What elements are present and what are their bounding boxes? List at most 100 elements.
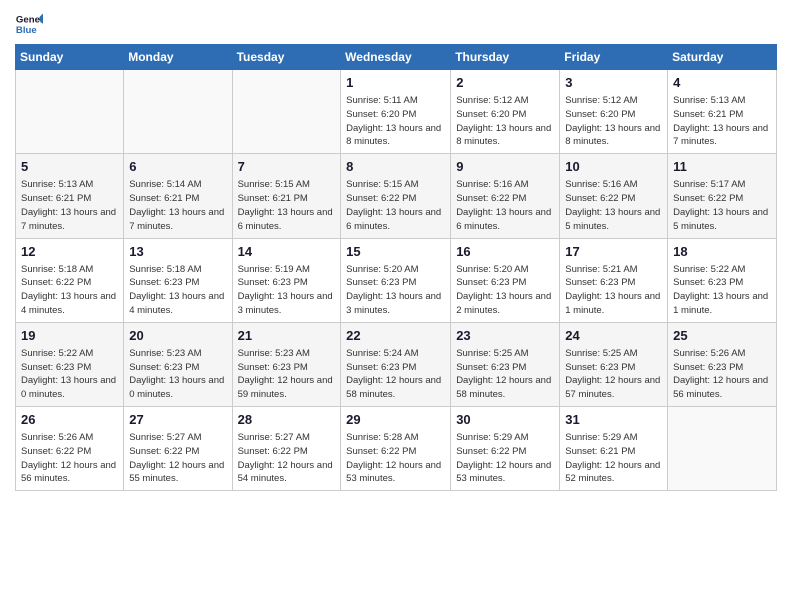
day-info: Sunrise: 5:29 AM Sunset: 6:22 PM Dayligh… [456, 431, 554, 486]
calendar-cell: 23 Sunrise: 5:25 AM Sunset: 6:23 PM Dayli… [451, 322, 560, 406]
calendar-cell: 6 Sunrise: 5:14 AM Sunset: 6:21 PM Daylig… [124, 154, 232, 238]
day-number: 1 [346, 74, 445, 92]
day-number: 7 [238, 158, 336, 176]
day-info: Sunrise: 5:12 AM Sunset: 6:20 PM Dayligh… [565, 94, 662, 149]
calendar-cell: 30 Sunrise: 5:29 AM Sunset: 6:22 PM Dayli… [451, 407, 560, 491]
svg-text:Blue: Blue [16, 25, 37, 36]
weekday-header-thursday: Thursday [451, 45, 560, 70]
calendar-cell: 25Sunrise: 5:26 AM Sunset: 6:23 PM Dayli… [668, 322, 777, 406]
weekday-header-friday: Friday [560, 45, 668, 70]
day-number: 8 [346, 158, 445, 176]
calendar-cell: 1 Sunrise: 5:11 AM Sunset: 6:20 PM Daylig… [341, 70, 451, 154]
day-number: 5 [21, 158, 118, 176]
day-info: Sunrise: 5:20 AM Sunset: 6:23 PM Dayligh… [346, 263, 445, 318]
day-info: Sunrise: 5:22 AM Sunset: 6:23 PM Dayligh… [673, 263, 771, 318]
weekday-header-wednesday: Wednesday [341, 45, 451, 70]
day-number: 10 [565, 158, 662, 176]
day-number: 20 [129, 327, 226, 345]
calendar-cell: 24 Sunrise: 5:25 AM Sunset: 6:23 PM Dayli… [560, 322, 668, 406]
page-header: General Blue [15, 10, 777, 38]
calendar-cell: 19Sunrise: 5:22 AM Sunset: 6:23 PM Dayli… [16, 322, 124, 406]
calendar-cell: 27 Sunrise: 5:27 AM Sunset: 6:22 PM Dayli… [124, 407, 232, 491]
day-info: Sunrise: 5:23 AM Sunset: 6:23 PM Dayligh… [129, 347, 226, 402]
day-info: Sunrise: 5:26 AM Sunset: 6:22 PM Dayligh… [21, 431, 118, 486]
calendar-cell: 9 Sunrise: 5:16 AM Sunset: 6:22 PM Daylig… [451, 154, 560, 238]
day-number: 25 [673, 327, 771, 345]
calendar-cell: 13Sunrise: 5:18 AM Sunset: 6:23 PM Dayli… [124, 238, 232, 322]
day-number: 23 [456, 327, 554, 345]
calendar-cell: 16Sunrise: 5:20 AM Sunset: 6:23 PM Dayli… [451, 238, 560, 322]
day-number: 4 [673, 74, 771, 92]
day-info: Sunrise: 5:16 AM Sunset: 6:22 PM Dayligh… [456, 178, 554, 233]
calendar-cell: 28Sunrise: 5:27 AM Sunset: 6:22 PM Dayli… [232, 407, 341, 491]
logo: General Blue [15, 10, 45, 38]
day-info: Sunrise: 5:22 AM Sunset: 6:23 PM Dayligh… [21, 347, 118, 402]
day-number: 9 [456, 158, 554, 176]
calendar-cell [16, 70, 124, 154]
calendar-cell: 29Sunrise: 5:28 AM Sunset: 6:22 PM Dayli… [341, 407, 451, 491]
day-number: 16 [456, 243, 554, 261]
day-number: 2 [456, 74, 554, 92]
calendar-week-5: 26 Sunrise: 5:26 AM Sunset: 6:22 PM Dayli… [16, 407, 777, 491]
calendar-cell: 2 Sunrise: 5:12 AM Sunset: 6:20 PM Daylig… [451, 70, 560, 154]
day-number: 18 [673, 243, 771, 261]
day-info: Sunrise: 5:15 AM Sunset: 6:21 PM Dayligh… [238, 178, 336, 233]
calendar-cell: 31 Sunrise: 5:29 AM Sunset: 6:21 PM Dayli… [560, 407, 668, 491]
day-number: 15 [346, 243, 445, 261]
calendar-cell: 22 Sunrise: 5:24 AM Sunset: 6:23 PM Dayli… [341, 322, 451, 406]
weekday-header-saturday: Saturday [668, 45, 777, 70]
day-info: Sunrise: 5:19 AM Sunset: 6:23 PM Dayligh… [238, 263, 336, 318]
svg-text:General: General [16, 14, 43, 25]
weekday-header-sunday: Sunday [16, 45, 124, 70]
calendar-cell: 15 Sunrise: 5:20 AM Sunset: 6:23 PM Dayli… [341, 238, 451, 322]
calendar-cell: 12 Sunrise: 5:18 AM Sunset: 6:22 PM Dayli… [16, 238, 124, 322]
day-info: Sunrise: 5:13 AM Sunset: 6:21 PM Dayligh… [21, 178, 118, 233]
calendar-cell: 8 Sunrise: 5:15 AM Sunset: 6:22 PM Daylig… [341, 154, 451, 238]
day-number: 31 [565, 411, 662, 429]
day-info: Sunrise: 5:25 AM Sunset: 6:23 PM Dayligh… [456, 347, 554, 402]
calendar-cell: 21Sunrise: 5:23 AM Sunset: 6:23 PM Dayli… [232, 322, 341, 406]
weekday-header-tuesday: Tuesday [232, 45, 341, 70]
day-number: 26 [21, 411, 118, 429]
day-info: Sunrise: 5:17 AM Sunset: 6:22 PM Dayligh… [673, 178, 771, 233]
calendar-cell: 5 Sunrise: 5:13 AM Sunset: 6:21 PM Daylig… [16, 154, 124, 238]
day-number: 27 [129, 411, 226, 429]
calendar-cell: 3 Sunrise: 5:12 AM Sunset: 6:20 PM Daylig… [560, 70, 668, 154]
calendar-cell: 26 Sunrise: 5:26 AM Sunset: 6:22 PM Dayli… [16, 407, 124, 491]
day-info: Sunrise: 5:13 AM Sunset: 6:21 PM Dayligh… [673, 94, 771, 149]
calendar-cell: 10 Sunrise: 5:16 AM Sunset: 6:22 PM Dayli… [560, 154, 668, 238]
calendar-cell: 11 Sunrise: 5:17 AM Sunset: 6:22 PM Dayli… [668, 154, 777, 238]
calendar-cell: 18 Sunrise: 5:22 AM Sunset: 6:23 PM Dayli… [668, 238, 777, 322]
day-number: 12 [21, 243, 118, 261]
calendar-table: SundayMondayTuesdayWednesdayThursdayFrid… [15, 44, 777, 491]
day-info: Sunrise: 5:28 AM Sunset: 6:22 PM Dayligh… [346, 431, 445, 486]
calendar-cell: 7 Sunrise: 5:15 AM Sunset: 6:21 PM Daylig… [232, 154, 341, 238]
day-info: Sunrise: 5:24 AM Sunset: 6:23 PM Dayligh… [346, 347, 445, 402]
calendar-week-3: 12 Sunrise: 5:18 AM Sunset: 6:22 PM Dayli… [16, 238, 777, 322]
calendar-week-1: 1 Sunrise: 5:11 AM Sunset: 6:20 PM Daylig… [16, 70, 777, 154]
day-info: Sunrise: 5:11 AM Sunset: 6:20 PM Dayligh… [346, 94, 445, 149]
calendar-cell: 20 Sunrise: 5:23 AM Sunset: 6:23 PM Dayli… [124, 322, 232, 406]
calendar-week-2: 5 Sunrise: 5:13 AM Sunset: 6:21 PM Daylig… [16, 154, 777, 238]
day-info: Sunrise: 5:29 AM Sunset: 6:21 PM Dayligh… [565, 431, 662, 486]
day-number: 13 [129, 243, 226, 261]
day-number: 11 [673, 158, 771, 176]
weekday-header-monday: Monday [124, 45, 232, 70]
day-info: Sunrise: 5:27 AM Sunset: 6:22 PM Dayligh… [129, 431, 226, 486]
calendar-cell [124, 70, 232, 154]
calendar-cell: 14 Sunrise: 5:19 AM Sunset: 6:23 PM Dayli… [232, 238, 341, 322]
day-info: Sunrise: 5:15 AM Sunset: 6:22 PM Dayligh… [346, 178, 445, 233]
day-number: 24 [565, 327, 662, 345]
day-number: 14 [238, 243, 336, 261]
day-info: Sunrise: 5:18 AM Sunset: 6:22 PM Dayligh… [21, 263, 118, 318]
day-info: Sunrise: 5:12 AM Sunset: 6:20 PM Dayligh… [456, 94, 554, 149]
day-number: 6 [129, 158, 226, 176]
calendar-week-4: 19Sunrise: 5:22 AM Sunset: 6:23 PM Dayli… [16, 322, 777, 406]
day-info: Sunrise: 5:14 AM Sunset: 6:21 PM Dayligh… [129, 178, 226, 233]
day-number: 22 [346, 327, 445, 345]
day-info: Sunrise: 5:25 AM Sunset: 6:23 PM Dayligh… [565, 347, 662, 402]
day-number: 30 [456, 411, 554, 429]
calendar-cell [668, 407, 777, 491]
day-info: Sunrise: 5:16 AM Sunset: 6:22 PM Dayligh… [565, 178, 662, 233]
day-number: 3 [565, 74, 662, 92]
